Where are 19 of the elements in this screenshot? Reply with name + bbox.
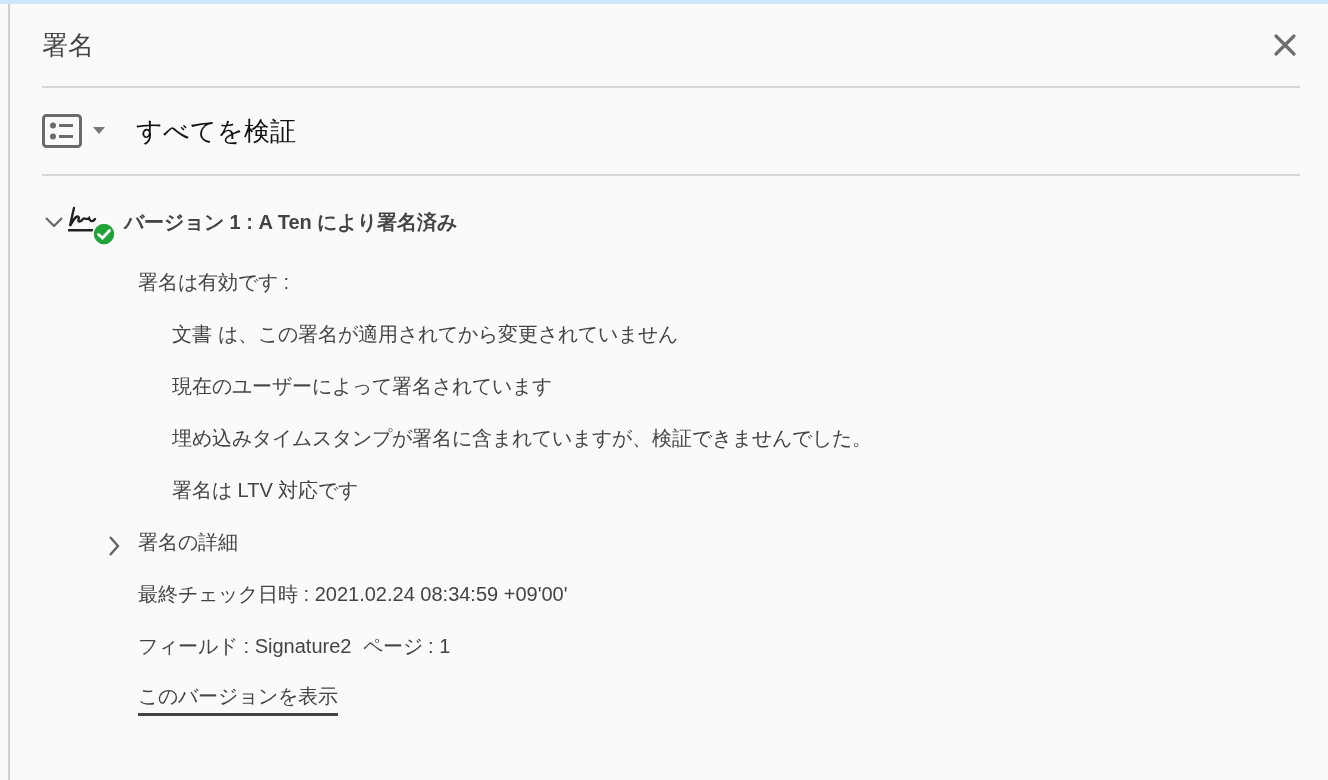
panel-title: 署名 xyxy=(42,28,94,62)
close-button[interactable] xyxy=(1272,32,1298,58)
verify-all-button[interactable]: すべてを検証 xyxy=(136,111,296,151)
list-menu-button[interactable] xyxy=(42,114,106,148)
status-detail: 文書 は、この署名が適用されてから変更されていません xyxy=(172,322,678,347)
list-icon xyxy=(42,114,82,148)
version-title: バージョン 1 : A Ten により署名済み xyxy=(124,210,458,235)
details-label: 署名の詳細 xyxy=(138,530,238,555)
chevron-down-icon xyxy=(44,216,64,228)
dropdown-caret-icon xyxy=(92,127,106,135)
status-detail: 現在のユーザーによって署名されています xyxy=(172,374,552,399)
status-detail: 署名は LTV 対応です xyxy=(172,478,359,503)
status-detail: 埋め込みタイムスタンプが署名に含まれていますが、検証できませんでした。 xyxy=(172,426,872,451)
status-summary: 署名は有効です : xyxy=(138,270,290,295)
close-icon xyxy=(1273,33,1297,57)
view-version-link[interactable]: このバージョンを表示 xyxy=(138,680,338,716)
last-checked-text: 最終チェック日時 : 2021.02.24 08:34:59 +09'00' xyxy=(138,582,568,607)
chevron-right-icon xyxy=(108,535,120,557)
field-info-text: フィールド : Signature2 ページ : 1 xyxy=(138,634,451,659)
